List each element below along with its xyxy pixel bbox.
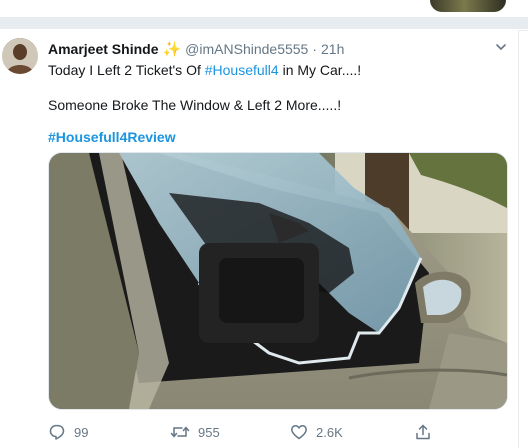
tweet-actions: 99 955 2.6K: [48, 422, 508, 442]
reply-count: 99: [74, 424, 89, 440]
retweet-icon: [170, 426, 190, 438]
avatar[interactable]: [2, 38, 38, 74]
tweet-text-line-2: Someone Broke The Window & Left 2 More..…: [48, 97, 342, 113]
author-name[interactable]: Amarjeet Shinde: [48, 41, 158, 57]
previous-tweet-strip: [0, 0, 528, 31]
previous-tweet-media-thumbnail[interactable]: [430, 0, 506, 12]
sparkle-icon: ✨: [162, 40, 182, 58]
avatar-image: [2, 38, 38, 74]
tweet[interactable]: Amarjeet Shinde ✨ @imANShinde5555 · 21h …: [0, 30, 519, 448]
chevron-down-icon[interactable]: [494, 40, 508, 54]
hashtag-link-housefull4[interactable]: #Housefull4: [205, 62, 279, 78]
heart-icon: [291, 425, 307, 440]
tweet-media-photo[interactable]: [48, 152, 508, 410]
hashtag-link-housefull4review[interactable]: #Housefull4Review: [48, 129, 176, 145]
like-button[interactable]: 2.6K: [290, 422, 343, 442]
tweet-text-line-1: Today I Left 2 Ticket's Of #Housefull4 i…: [48, 61, 508, 79]
reply-button[interactable]: 99: [48, 422, 88, 442]
tweet-text-line-3: #Housefull4Review: [48, 128, 508, 146]
reply-icon: [49, 424, 65, 440]
timeline-divider: [0, 17, 528, 29]
tweet-text-prefix: Today I Left 2 Ticket's Of: [48, 62, 205, 78]
share-button[interactable]: [414, 422, 432, 442]
tweet-text-suffix: in My Car....!: [278, 62, 362, 78]
separator-dot: ·: [312, 41, 318, 57]
like-count: 2.6K: [316, 424, 343, 440]
tweet-header: Amarjeet Shinde ✨ @imANShinde5555 · 21h: [48, 39, 344, 59]
tweet-timestamp[interactable]: 21h: [321, 41, 344, 57]
share-icon: [416, 424, 430, 440]
retweet-button[interactable]: 955: [170, 422, 220, 442]
retweet-count: 955: [198, 424, 220, 440]
author-handle[interactable]: @imANShinde5555: [185, 41, 308, 57]
photo-broken-car-window: [49, 153, 507, 409]
